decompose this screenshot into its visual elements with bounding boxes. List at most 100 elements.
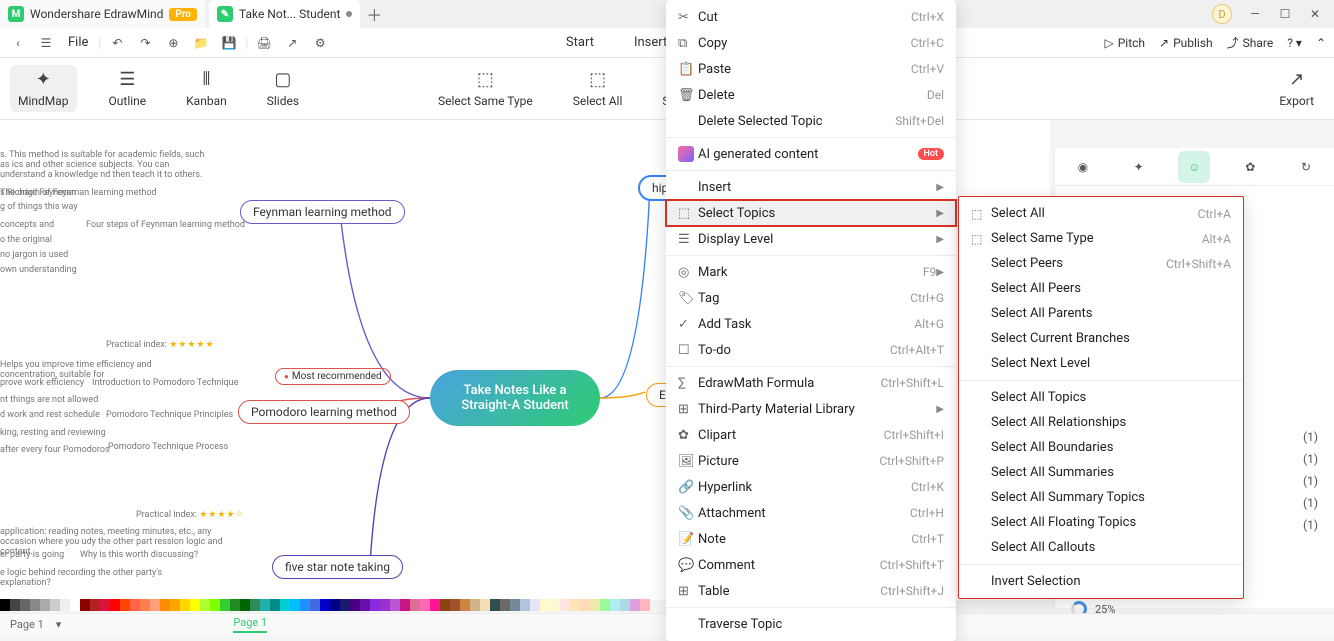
ctx-clipart[interactable]: ✿ClipartCtrl+Shift+I — [666, 422, 956, 448]
print-icon[interactable]: 🖨 — [252, 31, 276, 55]
color-swatch[interactable] — [10, 599, 20, 611]
color-swatch[interactable] — [460, 599, 470, 611]
color-swatch[interactable] — [320, 599, 330, 611]
sub-select-same-type[interactable]: ⬚Select Same TypeAlt+A — [959, 226, 1243, 251]
color-swatch[interactable] — [430, 599, 440, 611]
color-swatch[interactable] — [100, 599, 110, 611]
ctx-cut[interactable]: ✂CutCtrl+X — [666, 4, 956, 30]
ctx-traverse-topic[interactable]: Traverse Topic — [666, 611, 956, 637]
color-swatch[interactable] — [0, 599, 10, 611]
color-swatch[interactable] — [50, 599, 60, 611]
sub-select-all-callouts[interactable]: Select All Callouts — [959, 535, 1243, 560]
color-swatch[interactable] — [500, 599, 510, 611]
color-swatch[interactable] — [640, 599, 650, 611]
document-tab[interactable]: ✎ Take Not... Student — [209, 0, 360, 28]
panel-tab-ai[interactable]: ✦ — [1123, 151, 1155, 183]
color-swatch[interactable] — [220, 599, 230, 611]
color-swatch-bar[interactable] — [0, 599, 650, 613]
color-swatch[interactable] — [520, 599, 530, 611]
color-swatch[interactable] — [450, 599, 460, 611]
ctx-mark[interactable]: ◎MarkF9▶ — [666, 259, 956, 285]
color-swatch[interactable] — [80, 599, 90, 611]
color-swatch[interactable] — [140, 599, 150, 611]
view-slides[interactable]: ▢Slides — [259, 65, 307, 112]
color-swatch[interactable] — [370, 599, 380, 611]
ctx-to-do[interactable]: ☐To-doCtrl+Alt+T — [666, 337, 956, 363]
ctx-table[interactable]: ⊞TableCtrl+Shift+J — [666, 578, 956, 604]
color-swatch[interactable] — [600, 599, 610, 611]
color-swatch[interactable] — [400, 599, 410, 611]
color-swatch[interactable] — [250, 599, 260, 611]
sub-select-peers[interactable]: Select PeersCtrl+Shift+A — [959, 251, 1243, 276]
ctx-delete-selected-topic[interactable]: Delete Selected TopicShift+Del — [666, 108, 956, 134]
color-swatch[interactable] — [230, 599, 240, 611]
color-swatch[interactable] — [260, 599, 270, 611]
callout-most-recommended[interactable]: Most recommended — [275, 368, 391, 385]
color-swatch[interactable] — [440, 599, 450, 611]
color-swatch[interactable] — [390, 599, 400, 611]
color-swatch[interactable] — [560, 599, 570, 611]
ctx-insert[interactable]: Insert▶ — [666, 174, 956, 200]
minimize-button[interactable]: — — [1248, 7, 1262, 21]
export-icon[interactable]: ↗ — [280, 31, 304, 55]
color-swatch[interactable] — [240, 599, 250, 611]
color-swatch[interactable] — [350, 599, 360, 611]
color-swatch[interactable] — [490, 599, 500, 611]
color-swatch[interactable] — [530, 599, 540, 611]
color-swatch[interactable] — [480, 599, 490, 611]
menu-icon[interactable]: ☰ — [34, 31, 58, 55]
ctx-attachment[interactable]: 📎AttachmentCtrl+H — [666, 500, 956, 526]
save-icon[interactable]: 💾 — [217, 31, 241, 55]
color-swatch[interactable] — [540, 599, 550, 611]
color-swatch[interactable] — [550, 599, 560, 611]
select-all-button[interactable]: ⬚Select All — [565, 65, 631, 112]
share-button[interactable]: ⤴ Share — [1227, 34, 1274, 51]
ctx-hyperlink[interactable]: 🔗HyperlinkCtrl+K — [666, 474, 956, 500]
node-fivestar[interactable]: five star note taking — [272, 555, 403, 579]
ctx-comment[interactable]: 💬CommentCtrl+Shift+T — [666, 552, 956, 578]
sub-select-all-floating-topics[interactable]: Select All Floating Topics — [959, 510, 1243, 535]
color-swatch[interactable] — [180, 599, 190, 611]
color-swatch[interactable] — [110, 599, 120, 611]
sub-select-all[interactable]: ⬚Select AllCtrl+A — [959, 201, 1243, 226]
ctx-display-level[interactable]: ☰Display Level▶ — [666, 226, 956, 252]
ctx-note[interactable]: 📝NoteCtrl+T — [666, 526, 956, 552]
color-swatch[interactable] — [190, 599, 200, 611]
color-swatch[interactable] — [330, 599, 340, 611]
color-swatch[interactable] — [610, 599, 620, 611]
pitch-button[interactable]: ▷ Pitch — [1104, 36, 1145, 50]
color-swatch[interactable] — [280, 599, 290, 611]
sub-select-next-level[interactable]: Select Next Level — [959, 351, 1243, 376]
ctx-copy[interactable]: ⧉CopyCtrl+C — [666, 30, 956, 56]
panel-tab-history[interactable]: ↻ — [1290, 151, 1322, 183]
collapse-ribbon[interactable]: ⌃ — [1316, 36, 1326, 50]
ctx-add-task[interactable]: ✓Add TaskAlt+G — [666, 311, 956, 337]
sub-select-all-parents[interactable]: Select All Parents — [959, 301, 1243, 326]
node-pomodoro[interactable]: Pomodoro learning method — [238, 400, 410, 424]
sub-select-all-peers[interactable]: Select All Peers — [959, 276, 1243, 301]
file-menu[interactable]: File — [68, 35, 88, 50]
color-swatch[interactable] — [120, 599, 130, 611]
color-swatch[interactable] — [620, 599, 630, 611]
color-swatch[interactable] — [270, 599, 280, 611]
color-swatch[interactable] — [290, 599, 300, 611]
color-swatch[interactable] — [410, 599, 420, 611]
sub-invert-selection[interactable]: Invert Selection — [959, 569, 1243, 594]
color-swatch[interactable] — [510, 599, 520, 611]
app-tab[interactable]: M Wondershare EdrawMind Pro — [0, 0, 205, 28]
view-kanban[interactable]: ⫴Kanban — [178, 65, 235, 112]
color-swatch[interactable] — [580, 599, 590, 611]
user-avatar[interactable]: D — [1212, 4, 1232, 24]
open-icon[interactable]: 📁 — [189, 31, 213, 55]
color-swatch[interactable] — [470, 599, 480, 611]
color-swatch[interactable] — [420, 599, 430, 611]
color-swatch[interactable] — [630, 599, 640, 611]
ctx-tag[interactable]: 🏷TagCtrl+G — [666, 285, 956, 311]
ctx-delete[interactable]: 🗑DeleteDel — [666, 82, 956, 108]
sub-select-all-boundaries[interactable]: Select All Boundaries — [959, 435, 1243, 460]
color-swatch[interactable] — [170, 599, 180, 611]
sub-select-current-branches[interactable]: Select Current Branches — [959, 326, 1243, 351]
view-mindmap[interactable]: ✦MindMap — [10, 65, 77, 112]
maximize-button[interactable]: ☐ — [1278, 7, 1292, 21]
tab-insert[interactable]: Insert — [634, 35, 667, 50]
